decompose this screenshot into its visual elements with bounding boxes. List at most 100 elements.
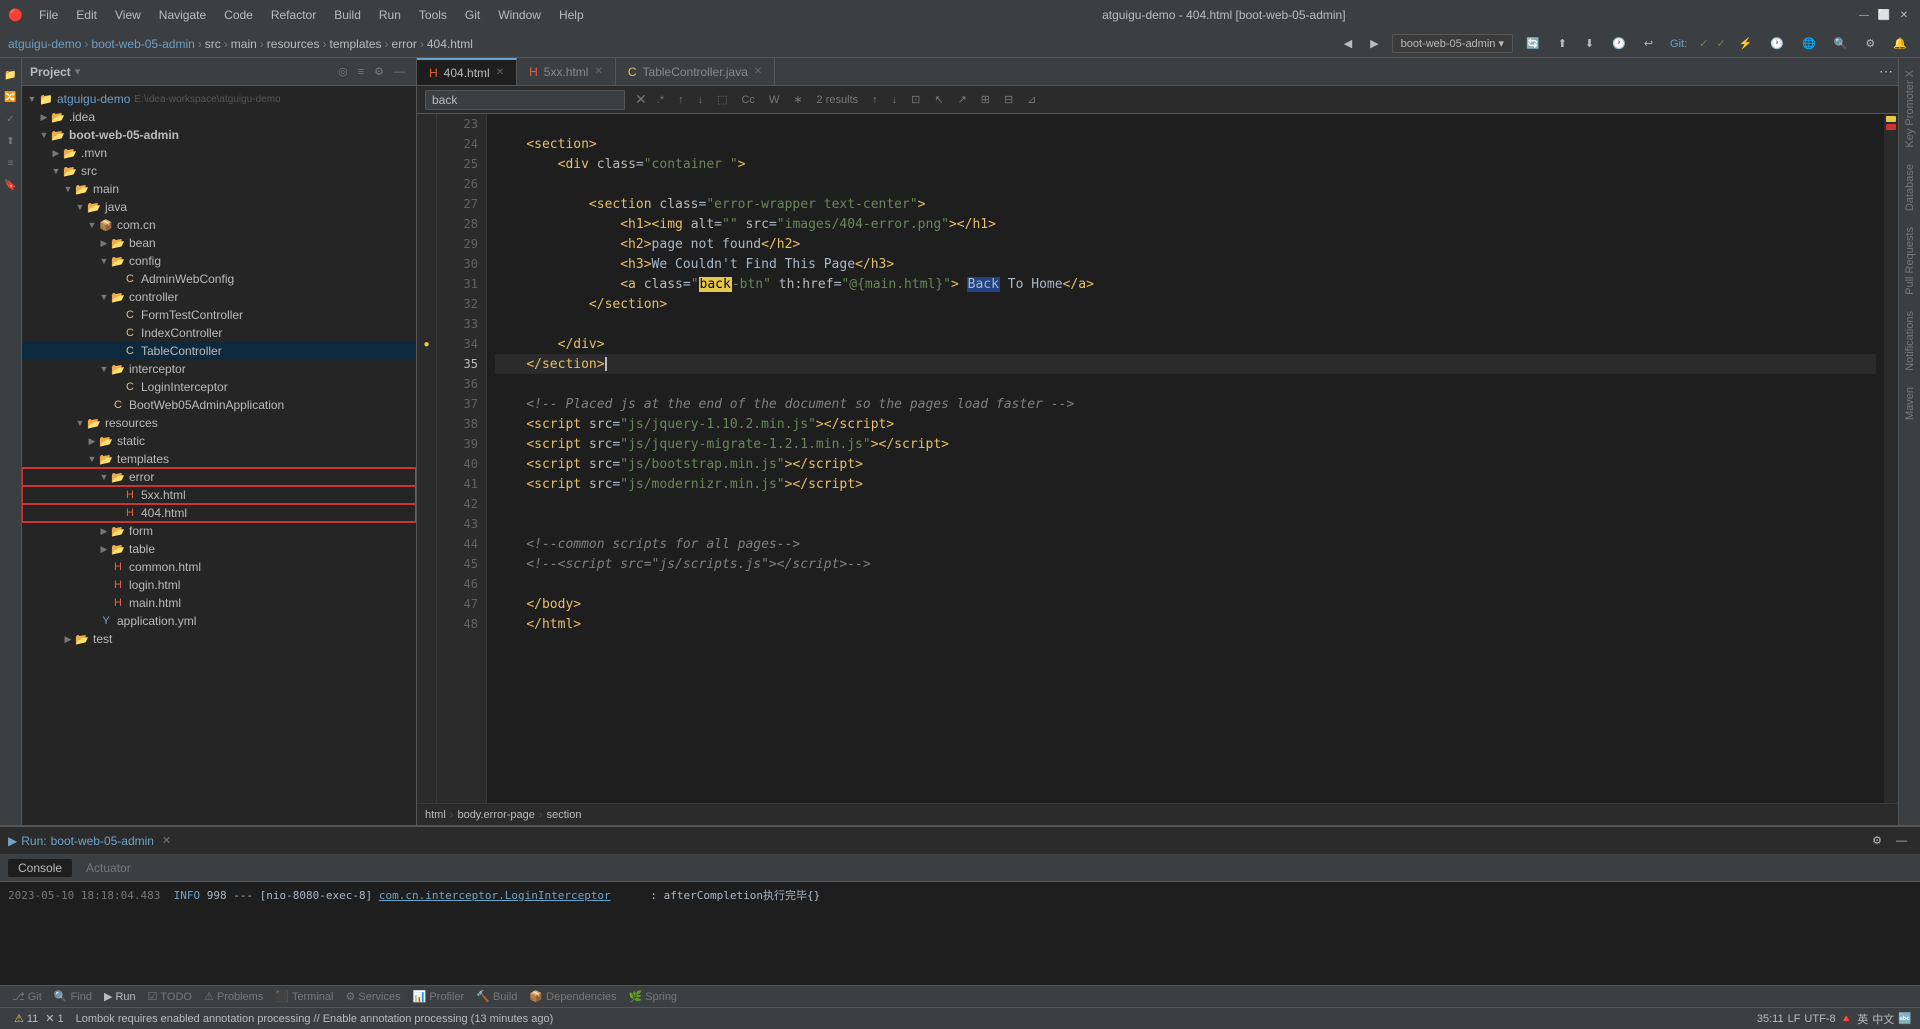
tree-item-test[interactable]: ▶ 📂 test (22, 630, 416, 648)
tool-btn-dependencies[interactable]: 📦 Dependencies (525, 989, 620, 1004)
menu-code[interactable]: Code (216, 6, 261, 24)
run-settings-btn[interactable]: ⚙ (1867, 831, 1887, 850)
push-btn[interactable]: ⬇ (1580, 34, 1599, 53)
left-icon-commit[interactable]: ✓ (2, 110, 20, 128)
tool-btn-run[interactable]: ▶ Run (100, 989, 140, 1004)
panel-locate-btn[interactable]: ◎ (335, 64, 351, 79)
refresh-btn[interactable]: 🔄 (1521, 34, 1545, 53)
tree-item-atguigu-demo[interactable]: ▼ 📁 atguigu-demo E:\idea-workspace\atgui… (22, 90, 416, 108)
tab-close-5xx[interactable]: ✕ (594, 66, 602, 77)
tool-btn-terminal[interactable]: ⬛ Terminal (271, 989, 337, 1004)
panel-dropdown[interactable]: ▾ (75, 65, 81, 78)
tree-item-boot-web[interactable]: ▼ 📂 boot-web-05-admin (22, 126, 416, 144)
tree-item-resources[interactable]: ▼ 📂 resources (22, 414, 416, 432)
bc-templates[interactable]: templates (329, 37, 381, 51)
tree-item-src[interactable]: ▼ 📂 src (22, 162, 416, 180)
update-btn[interactable]: ⬆ (1553, 34, 1572, 53)
search-wrap-btn[interactable]: ⬚ (713, 91, 731, 108)
bc-file[interactable]: 404.html (427, 37, 473, 51)
tree-item-mvn[interactable]: ▶ 📂 .mvn (22, 144, 416, 162)
left-icon-pr[interactable]: ⬆ (2, 132, 20, 150)
search-input[interactable] (425, 90, 625, 110)
tree-item-static[interactable]: ▶ 📂 static (22, 432, 416, 450)
search-multiline-btn[interactable]: ⊡ (907, 91, 924, 108)
tree-item-java[interactable]: ▼ 📂 java (22, 198, 416, 216)
menu-file[interactable]: File (31, 6, 66, 24)
menu-tools[interactable]: Tools (411, 6, 455, 24)
menu-view[interactable]: View (107, 6, 149, 24)
tab-more-btn[interactable]: ⋯ (1874, 58, 1898, 85)
search-filter-btn[interactable]: ⊿ (1023, 91, 1040, 108)
tree-item-table[interactable]: ▶ 📂 table (22, 540, 416, 558)
panel-settings-btn[interactable]: ⚙ (371, 64, 387, 79)
tool-btn-problems[interactable]: ⚠ Problems (200, 989, 267, 1004)
tool-btn-profiler[interactable]: 📊 Profiler (409, 989, 469, 1004)
search-word-btn[interactable]: W (765, 92, 783, 108)
tool-btn-git[interactable]: ⎇ Git (8, 989, 46, 1004)
left-icon-bookmarks[interactable]: 🔖 (2, 176, 20, 194)
git-translate-btn[interactable]: 🌐 (1797, 34, 1821, 53)
tree-item-bean[interactable]: ▶ 📂 bean (22, 234, 416, 252)
bc-main[interactable]: main (231, 37, 257, 51)
right-icon-notifications[interactable]: Notifications (1902, 307, 1918, 375)
tab-5xx[interactable]: H 5xx.html ✕ (517, 58, 616, 85)
tree-item-idea[interactable]: ▶ 📂 .idea (22, 108, 416, 126)
tree-item-404[interactable]: ▶ H 404.html (22, 504, 416, 522)
tree-item-appyml[interactable]: ▶ Y application.yml (22, 612, 416, 630)
tool-btn-services[interactable]: ⚙ Services (341, 989, 404, 1004)
tree-item-interceptor[interactable]: ▼ 📂 interceptor (22, 360, 416, 378)
search-clear-btn[interactable]: ✕ (635, 91, 647, 108)
settings-btn[interactable]: ⚙ (1860, 34, 1880, 53)
tool-btn-spring[interactable]: 🌿 Spring (625, 989, 682, 1004)
tab-close-404[interactable]: ✕ (496, 67, 504, 78)
tree-item-adminwebconfig[interactable]: ▶ C AdminWebConfig (22, 270, 416, 288)
menu-refactor[interactable]: Refactor (263, 6, 324, 24)
tree-item-indexcontroller[interactable]: ▶ C IndexController (22, 324, 416, 342)
tree-item-tablecontroller[interactable]: ▶ C TableController (22, 342, 416, 360)
tree-item-form[interactable]: ▶ 📂 form (22, 522, 416, 540)
tree-item-common[interactable]: ▶ H common.html (22, 558, 416, 576)
run-close-btn[interactable]: ✕ (162, 834, 171, 847)
tree-item-login[interactable]: ▶ H login.html (22, 576, 416, 594)
branch-selector[interactable]: boot-web-05-admin ▾ (1392, 34, 1513, 53)
tab-tablecontroller[interactable]: C TableController.java ✕ (616, 58, 775, 85)
search-regex-btn[interactable]: .* (653, 92, 668, 108)
tab-close-tablecontroller[interactable]: ✕ (754, 66, 762, 77)
tool-btn-find[interactable]: 🔍 Find (50, 989, 96, 1004)
minimize-button[interactable]: — (1856, 7, 1872, 23)
search-down2-btn[interactable]: ↓ (888, 92, 902, 108)
search-expand-btn[interactable]: ⊟ (1000, 91, 1017, 108)
git-fetch-btn[interactable]: ⚡ (1734, 34, 1758, 53)
right-icon-pullrequests[interactable]: Pull Requests (1902, 223, 1918, 299)
tree-item-comcn[interactable]: ▼ 📦 com.cn (22, 216, 416, 234)
search-column-btn[interactable]: ⊞ (977, 91, 994, 108)
menu-run[interactable]: Run (371, 6, 409, 24)
notifications-btn[interactable]: 🔔 (1888, 34, 1912, 53)
tool-btn-build[interactable]: 🔨 Build (472, 989, 521, 1004)
console-class-link[interactable]: com.cn.interceptor.LoginInterceptor (379, 889, 611, 902)
tree-item-main[interactable]: ▼ 📂 main (22, 180, 416, 198)
search-prev2-btn[interactable]: ↖ (930, 91, 947, 108)
code-editor[interactable]: ● 23 24 25 26 (417, 114, 1898, 803)
run-minimize-btn[interactable]: — (1891, 832, 1912, 850)
tree-item-controller[interactable]: ▼ 📂 controller (22, 288, 416, 306)
menu-git[interactable]: Git (457, 6, 488, 24)
vcs-fwd-btn[interactable]: ▶ (1365, 34, 1383, 53)
bottom-tab-actuator[interactable]: Actuator (76, 859, 141, 877)
menu-edit[interactable]: Edit (68, 6, 105, 24)
menu-build[interactable]: Build (326, 6, 369, 24)
menu-help[interactable]: Help (551, 6, 592, 24)
left-icon-project[interactable]: 📁 (2, 66, 20, 84)
tree-item-mainhtml[interactable]: ▶ H main.html (22, 594, 416, 612)
tree-item-config[interactable]: ▼ 📂 config (22, 252, 416, 270)
search-up2-btn[interactable]: ↑ (868, 92, 882, 108)
search-case-btn[interactable]: Cc (737, 92, 758, 108)
right-icon-maven[interactable]: Maven (1902, 383, 1918, 424)
git-clock-btn[interactable]: 🕐 (1765, 34, 1789, 53)
menu-navigate[interactable]: Navigate (151, 6, 214, 24)
right-icon-keypromoter[interactable]: Key Promoter X (1902, 66, 1918, 152)
left-icon-structure[interactable]: ≡ (2, 154, 20, 172)
search-next-btn[interactable]: ↓ (694, 92, 708, 108)
panel-hide-btn[interactable]: — (391, 64, 408, 79)
search-next2-btn[interactable]: ↗ (954, 91, 971, 108)
